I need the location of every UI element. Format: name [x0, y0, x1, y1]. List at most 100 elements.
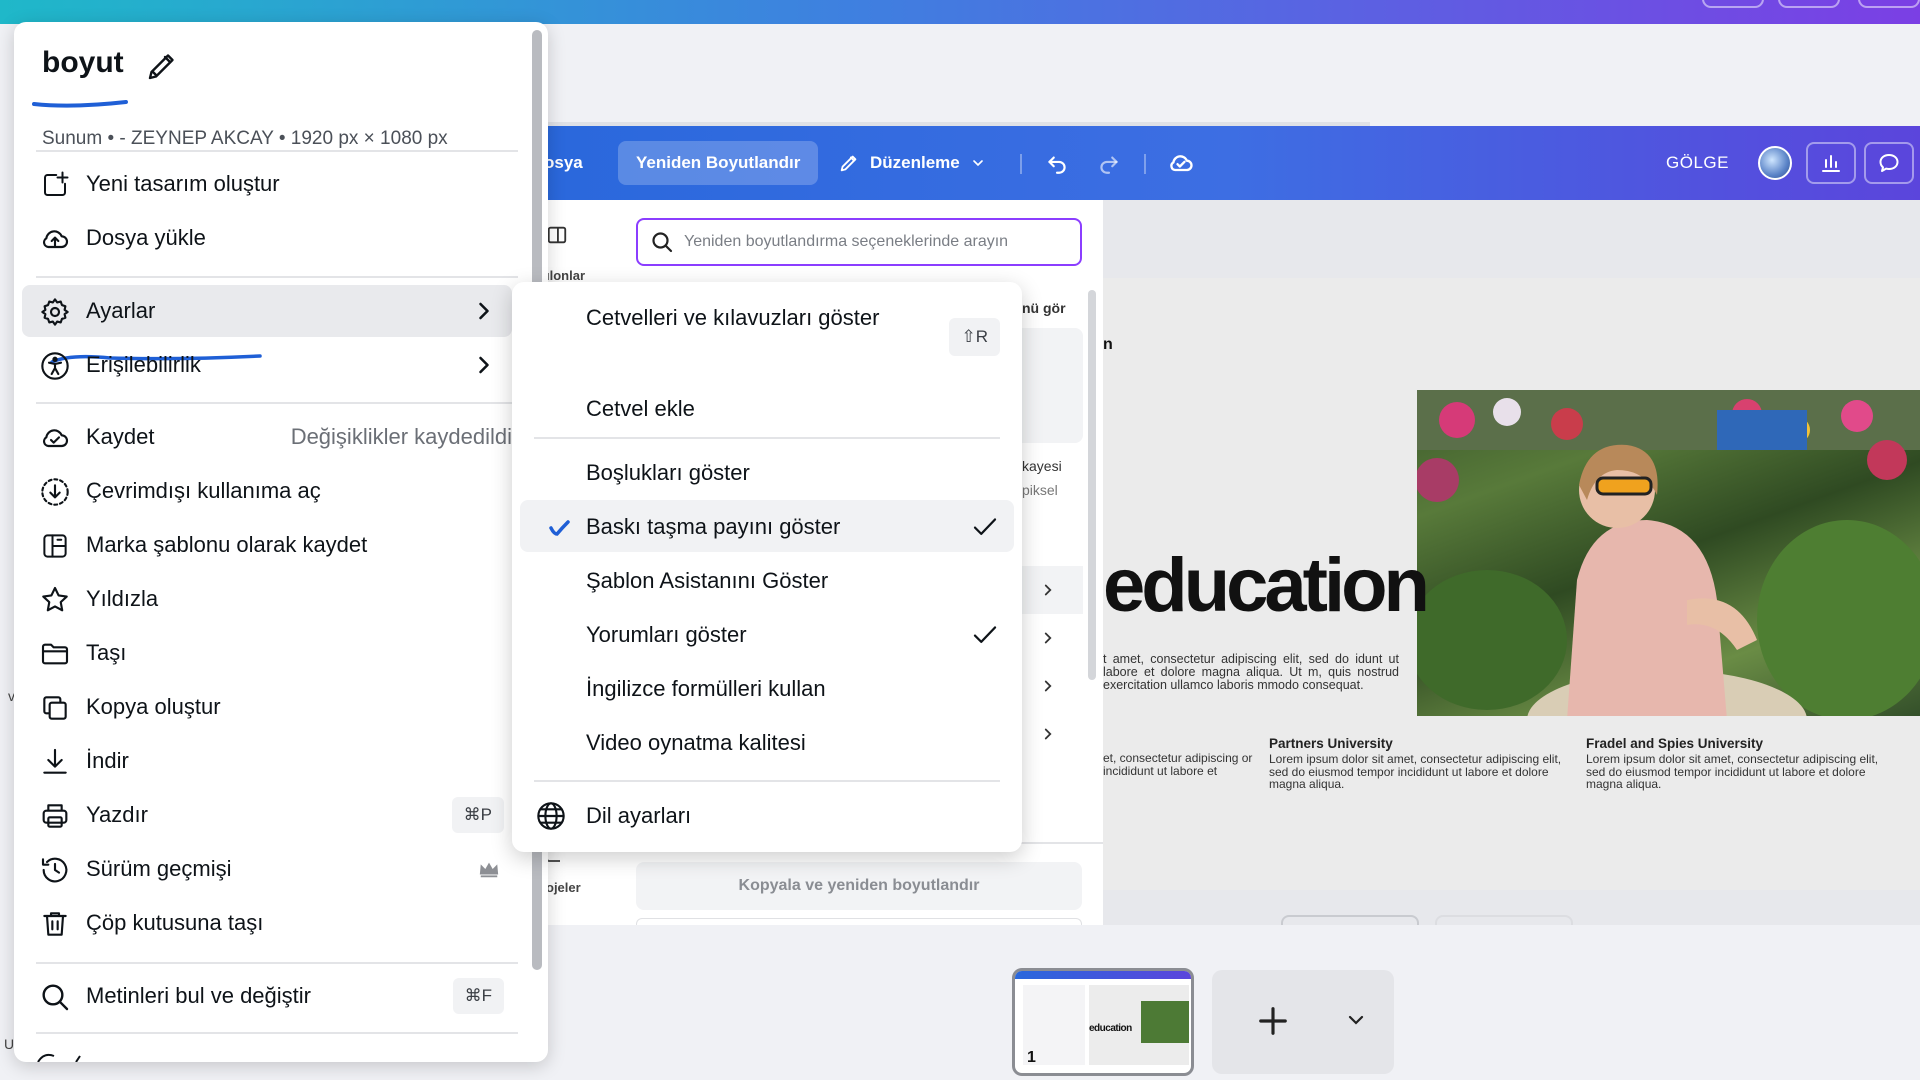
thumbnail-header [1015, 971, 1191, 979]
menu-item-label: Kopya oluştur [86, 694, 221, 719]
layout-icon[interactable] [546, 224, 568, 246]
menu-item-download[interactable]: İndir [22, 735, 512, 787]
submenu-item-add-ruler[interactable]: Cetvel ekle [520, 382, 1014, 434]
cloud-check-icon [38, 421, 72, 455]
search-icon [650, 230, 674, 254]
bar-chart-icon [1819, 151, 1843, 175]
search-icon [38, 980, 72, 1014]
submenu-item-spacing[interactable]: Boşlukları göster [520, 446, 1014, 498]
resize-search-box[interactable] [636, 218, 1082, 266]
menu-item-offline[interactable]: Çevrimdışı kullanıma aç [22, 465, 512, 517]
menu-item-star[interactable]: Yıldızla [22, 573, 512, 625]
submenu-item-label: Cetvelleri ve kılavuzları göster [586, 305, 880, 330]
menu-item-find-replace[interactable]: Metinleri bul ve değiştir ⌘F [22, 970, 512, 1022]
pencil-icon [144, 48, 180, 84]
menu-item-brand-template[interactable]: Marka şablonu olarak kaydet [22, 519, 512, 571]
slide-photo[interactable] [1417, 390, 1920, 716]
menu-item-print[interactable]: Yazdır ⌘P [22, 789, 512, 841]
submenu-divider [534, 780, 1000, 782]
resize-button[interactable]: Yeniden Boyutlandır [618, 141, 819, 185]
page-strip: education 1 [540, 925, 1920, 1080]
rail-label-bottom[interactable]: ojeler [546, 880, 581, 895]
submenu-item-rulers[interactable]: Cetvelleri ve kılavuzları göster ⇧R [520, 294, 1014, 380]
download-icon [38, 745, 72, 779]
submenu-item-language[interactable]: Dil ayarları [520, 789, 1014, 841]
menu-item-duplicate[interactable]: Kopya oluştur [22, 681, 512, 733]
panel-scrollbar[interactable] [1088, 290, 1096, 680]
shadow-label[interactable]: GÖLGE [1666, 126, 1729, 200]
pencil-icon [838, 152, 860, 174]
canvas-bottom-tab[interactable] [1281, 915, 1419, 925]
submenu-item-english-formulas[interactable]: İngilizce formülleri kullan [520, 662, 1014, 714]
edit-mode-label: Düzenleme [870, 153, 960, 172]
editor-top-area [540, 24, 1920, 126]
redo-icon[interactable] [1094, 148, 1124, 178]
submenu-item-label: Boşlukları göster [586, 460, 750, 485]
thumbnail-headline: education [1089, 1023, 1132, 1034]
page-number: 1 [1027, 1049, 1036, 1066]
shortcut-badge: ⌘F [452, 978, 504, 1014]
panel-row[interactable] [1013, 614, 1083, 662]
copy-and-resize-button[interactable]: Kopyala ve yeniden boyutlandır [636, 862, 1082, 910]
panel-row[interactable] [1013, 662, 1083, 710]
cloud-saved-icon[interactable] [1166, 148, 1196, 178]
top-gradient-strip [0, 0, 1920, 24]
submenu-item-label: Dil ayarları [586, 803, 692, 828]
menu-divider [36, 1032, 518, 1034]
submenu-item-label: Şablon Asistanını Göster [586, 568, 829, 593]
canvas-area: n education t amet, consectetur adipisci… [1103, 200, 1920, 925]
page-thumbnail[interactable]: education 1 [1012, 968, 1194, 1076]
add-page-button[interactable] [1252, 1000, 1294, 1042]
annotation-underline [32, 96, 142, 110]
submenu-item-template-assistant[interactable]: Şablon Asistanını Göster [520, 554, 1014, 606]
slide-canvas[interactable]: n education t amet, consectetur adipisci… [1103, 278, 1920, 890]
printer-icon [38, 799, 72, 833]
submenu-item-label: Video oynatma kalitesi [586, 730, 806, 755]
slide-body-text: t amet, consectetur adipiscing elit, sed… [1103, 652, 1399, 692]
add-page-area [1212, 970, 1394, 1074]
avatar[interactable] [1758, 146, 1792, 180]
rail-label-top[interactable]: ılonlar [546, 268, 585, 283]
undo-icon[interactable] [1042, 148, 1072, 178]
edit-mode-button[interactable]: Düzenleme [838, 126, 986, 200]
menu-item-label: Metinleri bul ve değiştir [86, 983, 311, 1008]
menu-item-upload[interactable]: Dosya yükle [22, 212, 512, 264]
resize-button-secondary[interactable] [636, 918, 1082, 925]
chevron-right-icon [479, 302, 489, 320]
menu-item-label: Erişilebilirlik [86, 352, 201, 377]
menu-item-move[interactable]: Taşı [22, 627, 512, 679]
globe-icon [534, 799, 568, 833]
menu-item-label: Taşı [86, 640, 127, 665]
menu-item-label: Çöp kutusuna taşı [86, 910, 264, 935]
menu-item-accessibility[interactable]: Erişilebilirlik [22, 339, 512, 391]
menu-item-version-history[interactable]: Sürüm geçmişi [22, 843, 512, 895]
menu-item-trash[interactable]: Çöp kutusuna taşı [22, 897, 512, 949]
menu-item-label: Ayarlar [86, 298, 156, 323]
menu-item-new-design[interactable]: Yeni tasarım oluştur [22, 158, 512, 210]
chevron-right-icon [1044, 584, 1052, 596]
column-title: Fradel and Spies University [1586, 736, 1764, 751]
chevron-right-icon [1044, 680, 1052, 692]
menu-item-label: Kaydet [86, 424, 155, 449]
resize-search-input[interactable] [684, 233, 1074, 251]
submenu-item-video-quality[interactable]: Video oynatma kalitesi [520, 716, 1014, 768]
panel-row[interactable] [1013, 566, 1083, 614]
panel-row[interactable] [1013, 710, 1083, 758]
copy-icon [38, 691, 72, 725]
menu-item-settings[interactable]: Ayarlar [22, 285, 512, 337]
add-page-options-button[interactable] [1344, 1008, 1368, 1032]
submenu-item-label: İngilizce formülleri kullan [586, 676, 826, 701]
submenu-item-bleed[interactable]: Baskı taşma payını göster [520, 500, 1014, 552]
submenu-divider [534, 437, 1000, 439]
edit-title-button[interactable] [144, 48, 180, 84]
menu-item-label: Sürüm geçmişi [86, 856, 232, 881]
comments-button[interactable] [1864, 142, 1914, 184]
canvas-bottom-tab[interactable] [1435, 915, 1573, 925]
submenu-item-comments[interactable]: Yorumları göster [520, 608, 1014, 660]
design-title[interactable]: boyut [42, 46, 124, 80]
history-icon [38, 853, 72, 887]
panel-preview-card[interactable] [1013, 328, 1083, 443]
analytics-button[interactable] [1806, 142, 1856, 184]
menu-item-save[interactable]: Kaydet Değişiklikler kaydedildi [22, 411, 512, 463]
chevron-right-icon [1044, 728, 1052, 740]
